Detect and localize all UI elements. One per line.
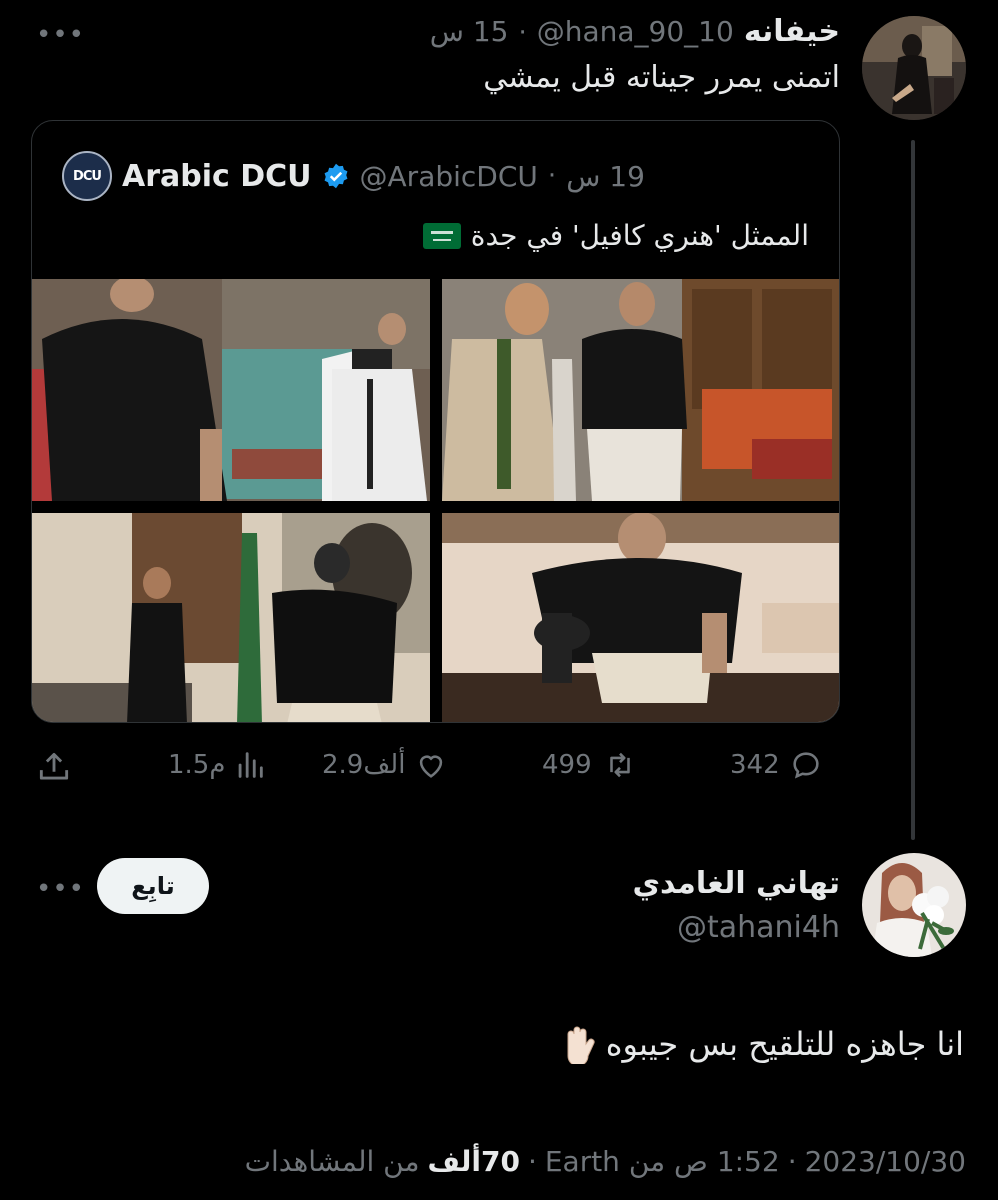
- quote-header: DCU Arabic DCU @ArabicDCU · 19 س: [62, 151, 645, 201]
- more-dots-icon: •••: [36, 20, 86, 50]
- quote-text: الممثل 'هنري كافيل' في جدة: [470, 219, 809, 252]
- quote-tweet-card[interactable]: DCU Arabic DCU @ArabicDCU · 19 س الممثل …: [31, 120, 840, 723]
- more-dots-icon: •••: [36, 874, 86, 904]
- quote-text-row: الممثل 'هنري كافيل' في جدة: [422, 219, 809, 252]
- reply-count: 342: [730, 750, 780, 780]
- tweet1-header: خيفانه @hana_90_10 · 15 س: [430, 14, 840, 49]
- heart-icon: [420, 755, 443, 778]
- like-button[interactable]: 2.9ألف: [322, 748, 449, 782]
- raised-hand-icon: [560, 1024, 596, 1067]
- avatar-tweet2[interactable]: [862, 853, 966, 957]
- avatar-tweet1[interactable]: [862, 16, 966, 120]
- quote-display-name: Arabic DCU: [122, 158, 312, 194]
- retweet-button[interactable]: 499: [542, 748, 640, 782]
- more-options-tweet1[interactable]: •••: [36, 22, 85, 48]
- footer-views-label: من المشاهدات: [244, 1145, 420, 1178]
- views-bar-chart-icon: [239, 752, 264, 778]
- tweet2-text: انا جاهزه للتلقيح بس جيبوه: [605, 1025, 964, 1063]
- tweet1-handle[interactable]: @hana_90_10: [537, 15, 734, 48]
- tweet1-text: اتمنى يمرر جيناته قبل يمشي: [483, 60, 840, 95]
- tweet2-display-name[interactable]: تهاني الغامدي: [632, 866, 840, 901]
- views-button[interactable]: 1.5م: [168, 748, 267, 782]
- quote-handle: @ArabicDCU: [359, 159, 538, 193]
- reply-button[interactable]: 342: [730, 748, 824, 782]
- like-count: 2.9ألف: [322, 750, 406, 780]
- tweet2-text-row: انا جاهزه للتلقيح بس جيبوه: [560, 1024, 964, 1067]
- tweet2-footer: 2023/10/30 · 1:52 ص من Earth · 70ألف من …: [245, 1145, 966, 1178]
- footer-time[interactable]: 1:52 ص من Earth: [545, 1145, 780, 1178]
- retweet-count: 499: [542, 750, 592, 780]
- logo-text: DCU: [73, 168, 102, 184]
- views-count: 1.5م: [168, 750, 226, 780]
- follow-label: تابِع: [131, 872, 175, 900]
- separator-dot: ·: [547, 161, 557, 191]
- more-options-tweet2[interactable]: •••: [36, 876, 85, 902]
- tweet1-display-name[interactable]: خيفانه: [744, 14, 840, 49]
- separator-dot: ·: [787, 1145, 797, 1178]
- share-button[interactable]: [34, 748, 74, 790]
- quote-avatar-logo: DCU: [62, 151, 112, 201]
- tweet2-handle[interactable]: @tahani4h: [677, 910, 840, 945]
- quote-image-4[interactable]: [442, 513, 839, 722]
- footer-date[interactable]: 2023/10/30: [805, 1145, 966, 1178]
- verified-badge-icon: [322, 162, 350, 190]
- follow-button[interactable]: تابِع: [97, 858, 209, 914]
- quote-time: 19 س: [566, 159, 645, 193]
- quote-image-3[interactable]: [32, 513, 430, 722]
- quote-image-1[interactable]: [32, 279, 430, 501]
- share-icon: [39, 752, 69, 780]
- footer-views-count: 70ألف: [427, 1145, 520, 1178]
- tweet1-time[interactable]: 15 س: [430, 15, 509, 48]
- separator-dot: ·: [518, 18, 527, 48]
- retweet-icon: [609, 752, 630, 778]
- saudi-flag-icon: [422, 222, 461, 249]
- reply-icon: [793, 752, 819, 779]
- thread-connector-line: [911, 140, 915, 840]
- quote-image-2[interactable]: [442, 279, 839, 501]
- separator-dot: ·: [527, 1145, 537, 1178]
